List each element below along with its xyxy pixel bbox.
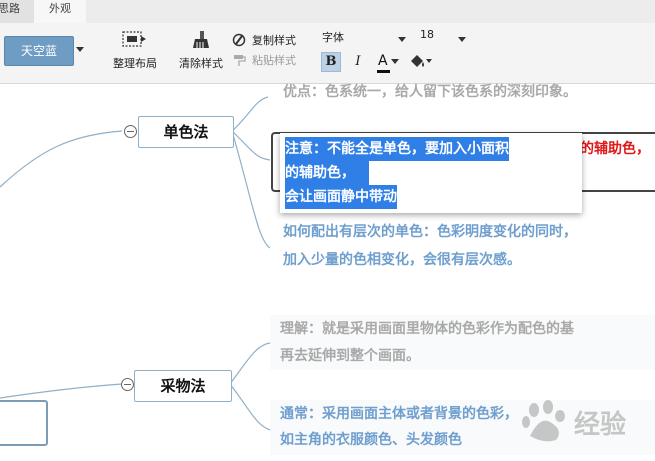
font-color-dropdown-icon[interactable] bbox=[391, 59, 399, 64]
copy-style-button[interactable]: 复制样式 bbox=[252, 32, 296, 48]
arrange-layout-icon[interactable] bbox=[121, 30, 149, 50]
note-warning-line1[interactable]: 注意：不能全是单色，要加入小面积 bbox=[285, 137, 509, 161]
tab-appearance[interactable]: 外观 bbox=[34, 0, 86, 23]
note-layer-line1[interactable]: 如何配出有层次的单色：色彩明度变化的同时， bbox=[283, 220, 577, 244]
note-warning-editor[interactable]: 注意：不能全是单色，要加入小面积 的辅助色， 会让画面静中带动 bbox=[280, 133, 582, 213]
collapse-toggle-topic1[interactable] bbox=[124, 125, 137, 138]
topic-node-monochrome[interactable]: 单色法 bbox=[138, 116, 234, 148]
font-size-dropdown-icon[interactable] bbox=[458, 37, 466, 42]
theme-dropdown-icon[interactable] bbox=[76, 47, 84, 52]
note-understand-line2[interactable]: 再去延伸到整个画面。 bbox=[280, 344, 420, 368]
tab-ideas-label: 思路 bbox=[0, 2, 20, 15]
topic-node-object-color[interactable]: 采物法 bbox=[134, 370, 232, 402]
tab-bar bbox=[0, 0, 655, 23]
paint-brush-icon[interactable] bbox=[232, 32, 246, 47]
collapse-toggle-topic2[interactable] bbox=[121, 378, 134, 391]
tab-ideas[interactable]: 思路 bbox=[0, 0, 34, 23]
font-family-select[interactable]: 字体 bbox=[322, 29, 344, 45]
clear-style-label[interactable]: 清除样式 bbox=[172, 55, 230, 71]
note-warning-line2[interactable]: 的辅助色， bbox=[285, 161, 369, 185]
bold-button[interactable]: B bbox=[321, 52, 341, 72]
watermark-text: 经验 bbox=[574, 410, 627, 440]
arrange-layout-label[interactable]: 整理布局 bbox=[104, 55, 166, 71]
paint-bucket-icon[interactable] bbox=[408, 53, 434, 71]
font-size-select[interactable]: 18 bbox=[420, 28, 434, 41]
font-family-dropdown-icon[interactable] bbox=[398, 37, 406, 42]
paint-roller-icon bbox=[232, 52, 246, 66]
note-warning-line3[interactable]: 会让画面静中带动 bbox=[285, 185, 397, 209]
font-color-button[interactable]: A bbox=[376, 53, 402, 73]
note-advantage[interactable]: 优点：色系统一，给人留下该色系的深刻印象。 bbox=[283, 80, 577, 104]
theme-button[interactable]: 天空蓝 bbox=[4, 36, 74, 66]
note-common-line1[interactable]: 通常：采用画面主体或者背景的色彩， bbox=[280, 402, 518, 426]
note-understand-line1[interactable]: 理解：就是采用画面里物体的色彩作为配色的基 bbox=[280, 317, 574, 341]
font-color-label: A bbox=[378, 53, 388, 69]
font-color-swatch bbox=[377, 70, 390, 73]
note-warning-tail: 的辅助色， bbox=[580, 141, 650, 157]
broom-icon[interactable] bbox=[190, 29, 212, 51]
italic-button[interactable]: I bbox=[349, 53, 367, 71]
baidu-watermark-icon: 经验 bbox=[520, 400, 650, 450]
note-common-line2[interactable]: 如主角的衣服颜色、头发颜色 bbox=[280, 428, 462, 452]
note-layer-line2[interactable]: 加入少量的色相变化，会很有层次感。 bbox=[283, 248, 521, 272]
paste-style-button: 粘贴样式 bbox=[252, 54, 296, 67]
root-node[interactable] bbox=[0, 400, 48, 446]
